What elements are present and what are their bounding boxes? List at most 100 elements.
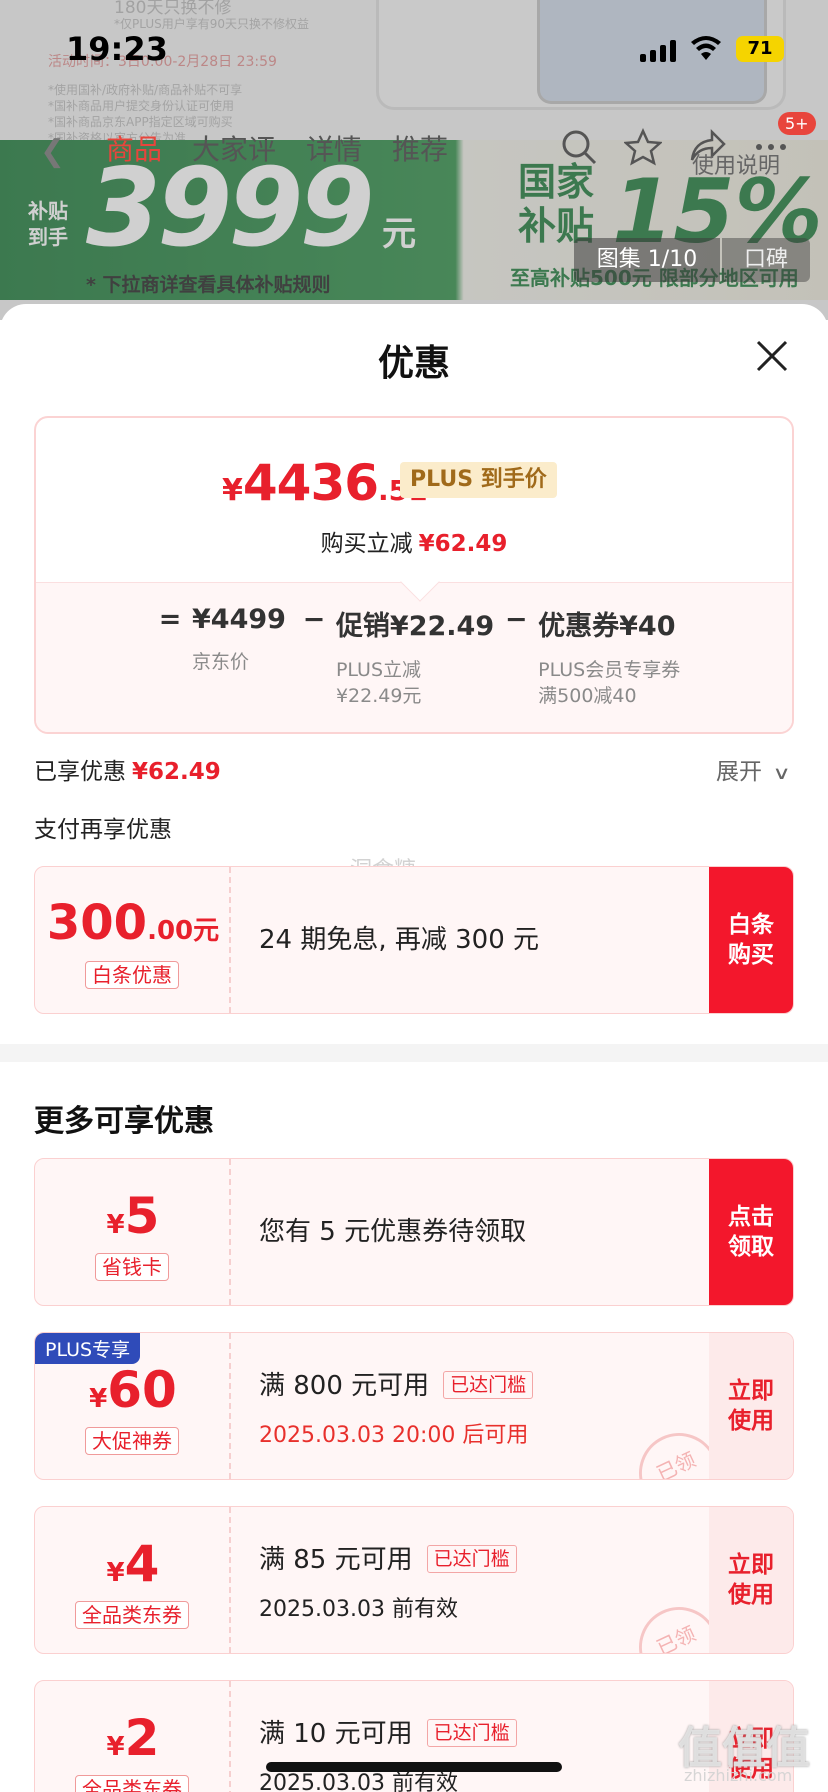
cellular-signal-icon [640,40,676,62]
product-nav: ❮ 商品 大家评 详情 推荐 5+ 使用说明 [0,112,828,179]
coupon-description: 满 10 元可用 已达门槛 [259,1713,517,1750]
claim-coupon-button[interactable]: 点击 领取 [709,1159,793,1305]
term-value: ¥4499 [192,604,286,635]
coupon-amount: 300.00元 [35,895,231,951]
amount-value: 4 [124,1535,160,1593]
use-coupon-button[interactable]: 立即 使用 [709,1333,793,1479]
coupon-type-tag: 白条优惠 [85,961,179,989]
formula-term-coupon: 优惠券¥40 PLUS会员专享券 满500减40 [538,604,680,709]
wifi-icon [691,36,721,60]
coupon-card: ¥60 大促神券 PLUS专享 满 800 元可用 已达门槛 2025.03.03… [34,1332,794,1480]
coupon-description: 您有 5 元优惠券待领取 [259,1217,527,1247]
term-label: PLUS会员专享券 满500减40 [538,659,681,707]
usage-instructions-link[interactable]: 使用说明 [692,148,780,180]
term-label: PLUS立减 ¥22.49元 [335,659,422,707]
coupon-amount: ¥4 [35,1535,231,1593]
instant-discount: 购买立减 ¥62.49 [36,524,792,558]
amount-currency: ¥ [89,1384,108,1414]
coupon-left: 300.00元 白条优惠 [35,867,231,1013]
coupon-type-tag: 大促神券 [85,1427,179,1455]
expand-label: 展开 [716,759,762,785]
minus-sign: − [302,604,326,635]
more-offers-title: 更多可享优惠 [34,1104,214,1139]
price-formula: = ¥4499 京东价 − 促销¥22.49 PLUS立减 ¥22.49元 − … [148,604,681,709]
coupon-left: ¥2 全品类东券 [35,1681,231,1792]
term-label: 京东价 [192,651,250,673]
coupon-description: 24 期免息, 再减 300 元 [259,925,540,955]
tab-product[interactable]: 商品 [106,128,162,168]
coupon-card: ¥5 省钱卡 您有 5 元优惠券待领取 点击 领取 [34,1158,794,1306]
use-coupon-button[interactable]: 立即 使用 [709,1507,793,1653]
amount-value: 5 [124,1187,160,1245]
coupon-threshold: 满 800 元可用 [259,1371,430,1401]
final-price-currency: ¥ [222,473,243,508]
amount-currency: ¥ [106,1210,125,1240]
gallery-counter[interactable]: 图集 1/10 [574,238,720,282]
threshold-met-tag: 已达门槛 [426,1719,517,1747]
coupon-amount: ¥60 [35,1361,231,1419]
coupon-description: 满 85 元可用 已达门槛 [259,1539,517,1576]
coupon-amount: ¥5 [35,1187,231,1245]
battery-indicator: 71 [736,36,784,62]
sheet-title: 优惠 [377,343,450,384]
coupon-validity: 2025.03.03 前有效 [259,1597,458,1622]
discount-sheet: 优惠 ¥4436.51 PLUS 到手价 购买立减¥62.49 = ¥4499 … [0,304,828,1792]
enjoyed-label: 已享优惠 [34,759,126,785]
amount-currency: ¥ [106,1732,125,1762]
amount-integer: 300 [46,895,148,951]
status-bar: 19:23 71 [0,30,828,74]
coupon-left: ¥4 全品类东券 [35,1507,231,1653]
amount-value: 2 [124,1709,160,1767]
formula-term-promotion: 促销¥22.49 PLUS立减 ¥22.49元 [336,604,494,709]
instant-discount-label: 购买立减 [320,531,413,557]
tab-recommend[interactable]: 推荐 [392,128,448,168]
section-divider [0,1044,828,1062]
chevron-down-icon: ∨ [772,763,792,784]
coupon-type-tag: 全品类东券 [75,1775,189,1792]
search-icon[interactable] [560,128,598,166]
close-icon[interactable] [754,338,790,374]
final-price: ¥4436.51 [222,454,428,512]
plus-price-tag: PLUS 到手价 [400,462,557,498]
coupon-threshold: 满 85 元可用 [259,1545,413,1575]
amount-unit: 元 [193,916,220,946]
equals-sign: = [158,604,182,635]
threshold-met-tag: 已达门槛 [443,1371,534,1399]
nav-tabs: 商品 大家评 详情 推荐 [106,128,448,168]
coupon-type-tag: 全品类东券 [75,1601,189,1629]
enjoyed-amount: ¥62.49 [132,759,221,785]
expand-toggle[interactable]: 展开 ∨ [716,752,792,786]
brand-watermark-url: zhizhizhi.com [684,1766,793,1785]
coupon-left: ¥5 省钱卡 [35,1159,231,1305]
coupon-card: ¥4 全品类东券 满 85 元可用 已达门槛 2025.03.03 前有效 已领 … [34,1506,794,1654]
reputation-tab[interactable]: 口碑 [722,238,810,282]
minus-sign: − [504,604,528,635]
home-indicator[interactable] [266,1762,562,1772]
star-icon[interactable] [624,128,662,166]
coupon-validity: 2025.03.03 20:00 后可用 [259,1423,529,1448]
back-icon[interactable]: ❮ [40,134,65,169]
tab-reviews[interactable]: 大家评 [192,128,276,168]
amount-decimal: .00 [147,916,194,946]
price-breakdown-card: ¥4436.51 PLUS 到手价 购买立减¥62.49 = ¥4499 京东价… [34,416,794,734]
pay-more-label: 支付再享优惠 [34,817,172,843]
plus-exclusive-badge: PLUS专享 [35,1333,141,1364]
term-value: 促销¥22.49 [335,611,495,642]
instant-discount-amount: ¥62.49 [418,531,508,557]
amount-value: 60 [107,1361,177,1419]
baitiao-card: 300.00元 白条优惠 24 期免息, 再减 300 元 白条 购买 [34,866,794,1014]
formula-term-jd-price: ¥4499 京东价 [192,604,286,675]
threshold-met-tag: 已达门槛 [426,1545,517,1573]
coupon-description: 满 800 元可用 已达门槛 [259,1365,534,1402]
baitiao-buy-button[interactable]: 白条 购买 [709,867,793,1013]
final-price-integer: 4436 [242,454,379,512]
amount-currency: ¥ [106,1558,125,1588]
clock: 19:23 [66,30,168,68]
message-badge: 5+ [778,112,816,135]
coupon-amount: ¥2 [35,1709,231,1767]
coupon-threshold: 满 10 元可用 [259,1719,413,1749]
term-value: 优惠券¥40 [538,611,676,642]
enjoyed-discount: 已享优惠 ¥62.49 [34,752,221,786]
coupon-type-tag: 省钱卡 [95,1253,169,1281]
tab-details[interactable]: 详情 [306,128,362,168]
